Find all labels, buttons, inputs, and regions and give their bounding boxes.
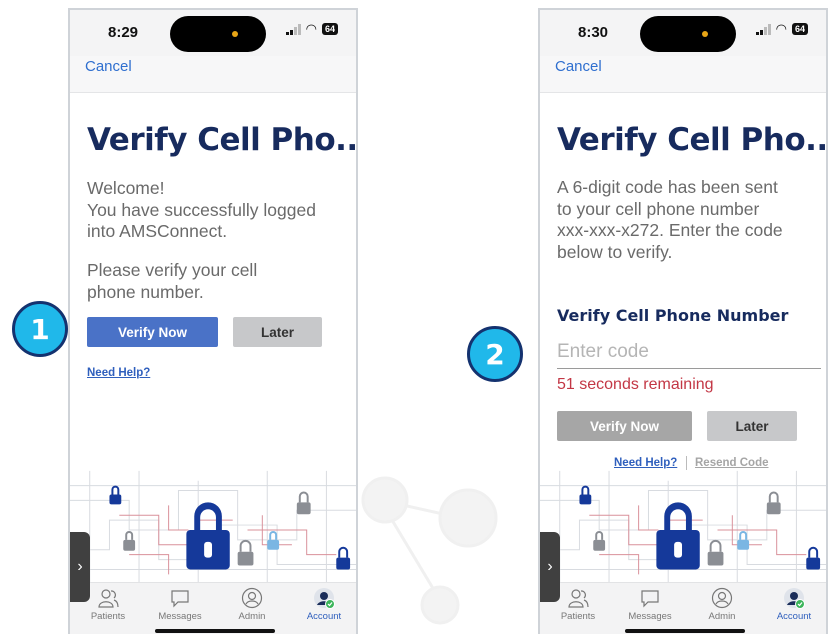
tab-label: Admin [708,611,736,622]
tab-label: Account [776,611,812,622]
tab-bar: Patients Messages Admin Account [540,582,826,634]
home-indicator [155,629,275,633]
status-bar: 8:30 ◠ 64 [540,10,826,56]
step-1-callout: 1 [12,301,68,357]
patients-icon [98,589,119,608]
later-button[interactable]: Later [707,411,797,441]
verify-prompt: Please verify your cell phone number. [87,260,347,303]
status-time: 8:29 [108,24,139,41]
home-indicator [625,629,745,633]
later-button[interactable]: Later [233,317,322,347]
tab-label: Patients [90,611,126,622]
wifi-icon: ◠ [775,21,787,36]
need-help-link[interactable]: Need Help? [87,367,150,379]
messages-icon [171,590,189,608]
battery-indicator: 64 [321,23,338,35]
message-line: below to verify. [557,241,673,262]
message-line: xxx-xxx-x272. Enter the code [557,220,783,240]
admin-icon [711,587,733,609]
tab-label: Messages [158,611,202,622]
tab-messages[interactable]: Messages [150,587,210,622]
welcome-line: You have successfully logged [87,199,316,220]
code-input[interactable] [557,336,821,369]
tab-label: Messages [628,611,672,622]
tab-bar: Patients Messages Admin Account [70,582,356,634]
countdown-timer: 51 seconds remaining [557,376,714,393]
dynamic-island [640,16,736,52]
wifi-icon: ◠ [305,21,317,36]
welcome-line: into AMSConnect. [87,221,228,241]
account-icon [784,588,805,609]
security-lock-artwork [540,470,826,590]
signal-icon [286,23,301,35]
tab-admin[interactable]: Admin [692,587,752,622]
side-drawer-handle[interactable]: › [540,532,560,602]
welcome-line: Welcome! [87,178,165,198]
signal-icon [756,23,771,35]
status-bar: 8:29 ◠ 64 [70,10,356,56]
page-title: Verify Cell Pho... [87,122,358,158]
dynamic-island [170,16,266,52]
cancel-button[interactable]: Cancel [555,58,602,75]
status-time: 8:30 [578,24,609,41]
cancel-button[interactable]: Cancel [85,58,132,75]
security-lock-artwork [70,470,356,590]
tab-account[interactable]: Account [294,587,354,622]
tab-label: Patients [560,611,596,622]
resend-code-link[interactable]: Resend Code [695,457,769,469]
verify-now-button[interactable]: Verify Now [557,411,692,441]
step-2-callout: 2 [467,326,523,382]
messages-icon [641,590,659,608]
tab-admin[interactable]: Admin [222,587,282,622]
battery-indicator: 64 [791,23,808,35]
code-field-label: Verify Cell Phone Number [557,306,789,325]
need-help-link[interactable]: Need Help? [614,457,677,469]
phone-screen-enter-code: 8:30 ◠ 64 Cancel Verify Cell Pho... A 6-… [538,8,828,634]
prompt-line: Please verify your cell [87,260,258,280]
side-drawer-handle[interactable]: › [70,532,90,602]
verify-now-button[interactable]: Verify Now [87,317,218,347]
page-title: Verify Cell Pho... [557,122,828,158]
message-line: to your cell phone number [557,198,760,219]
prompt-line: phone number. [87,281,204,302]
phone-screen-welcome: 8:29 ◠ 64 Cancel Verify Cell Pho... Welc… [68,8,358,634]
admin-icon [241,587,263,609]
tab-label: Admin [238,611,266,622]
tab-messages[interactable]: Messages [620,587,680,622]
tab-account[interactable]: Account [764,587,824,622]
message-line: A 6-digit code has been sent [557,177,778,197]
link-separator [686,456,687,470]
welcome-message: Welcome! You have successfully logged in… [87,178,347,243]
account-icon [314,588,335,609]
tab-label: Account [306,611,342,622]
patients-icon [568,589,589,608]
code-sent-message: A 6-digit code has been sent to your cel… [557,177,817,263]
